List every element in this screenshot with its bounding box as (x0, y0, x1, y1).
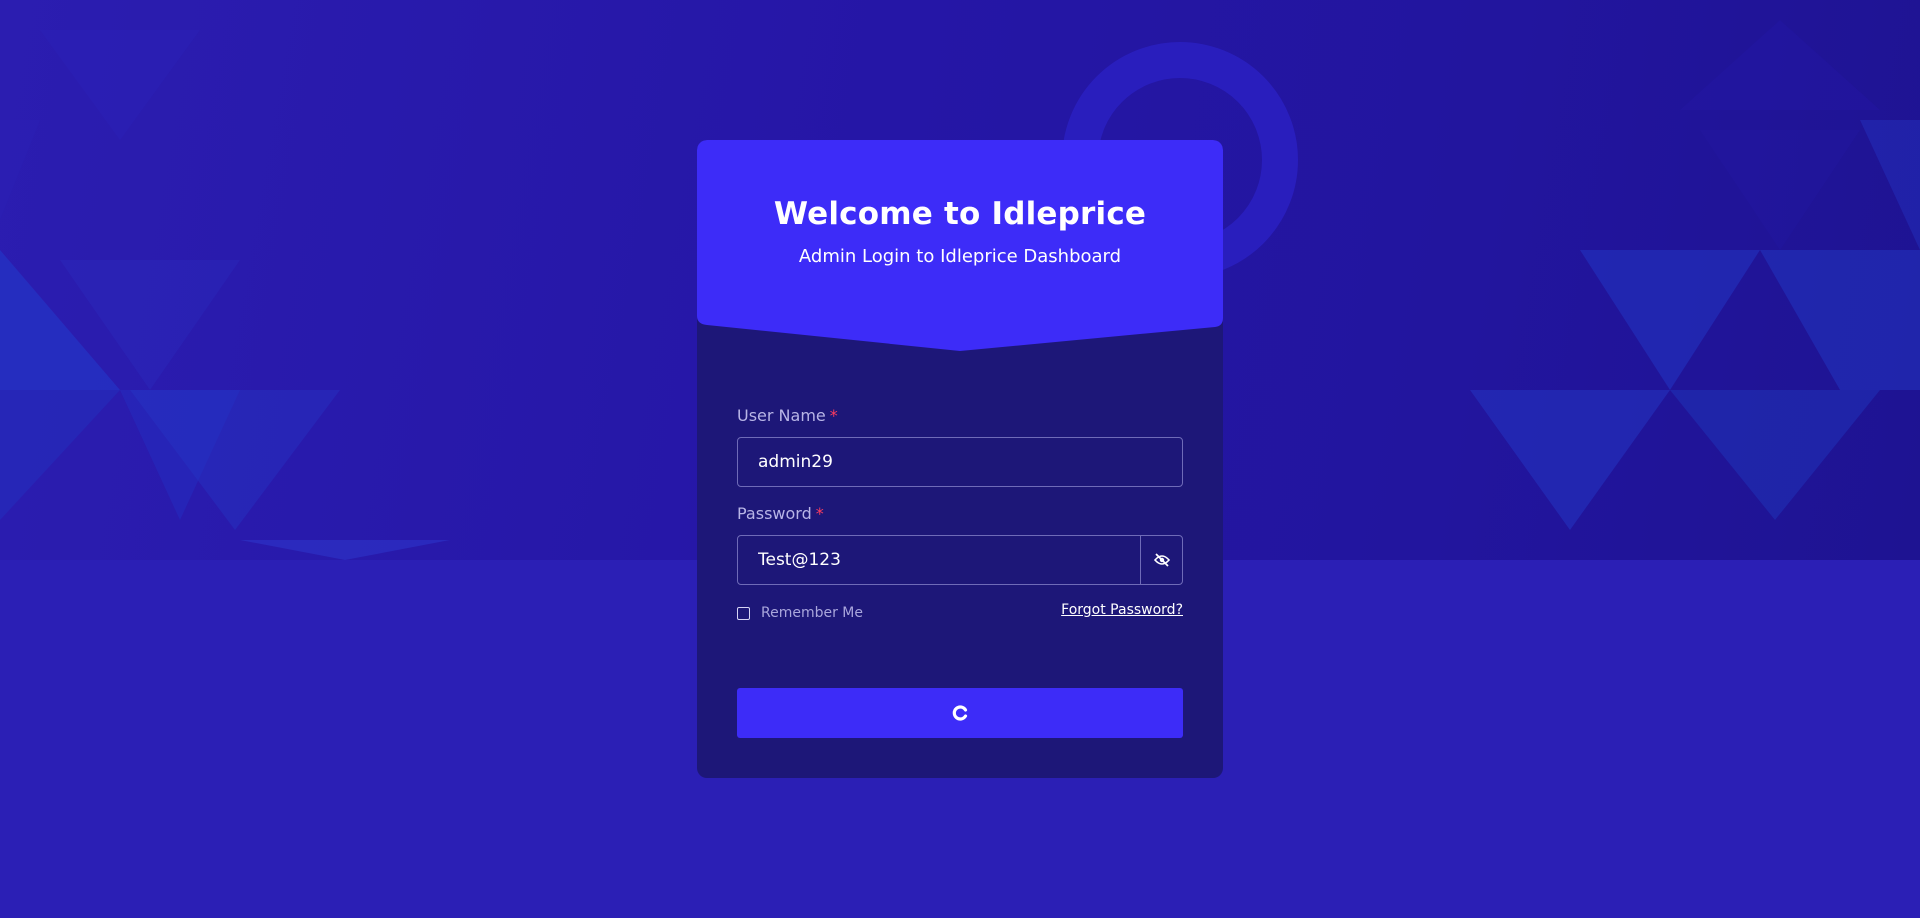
password-label: Password * (737, 504, 824, 523)
toggle-password-visibility-button[interactable] (1140, 536, 1182, 584)
username-label: User Name * (737, 406, 838, 425)
password-field (737, 535, 1183, 585)
login-card: Welcome to Idleprice Admin Login to Idle… (697, 140, 1223, 778)
username-label-text: User Name (737, 406, 826, 425)
required-mark: * (829, 406, 838, 425)
remember-me-label: Remember Me (761, 605, 863, 621)
login-card-header: Welcome to Idleprice Admin Login to Idle… (697, 140, 1223, 351)
login-button[interactable] (737, 688, 1183, 738)
username-field (737, 437, 1183, 487)
remember-me-checkbox[interactable] (737, 606, 750, 620)
remember-me[interactable]: Remember Me (737, 605, 863, 621)
password-label-text: Password (737, 504, 812, 523)
username-input[interactable] (738, 438, 1182, 486)
password-input[interactable] (738, 536, 1142, 584)
forgot-password-link[interactable]: Forgot Password? (1061, 602, 1183, 618)
eye-slash-icon (1153, 553, 1170, 567)
spinner-icon (952, 705, 968, 721)
page-title: Welcome to Idleprice (773, 196, 1147, 232)
required-mark: * (815, 504, 824, 523)
page-subtitle: Admin Login to Idleprice Dashboard (798, 246, 1122, 267)
